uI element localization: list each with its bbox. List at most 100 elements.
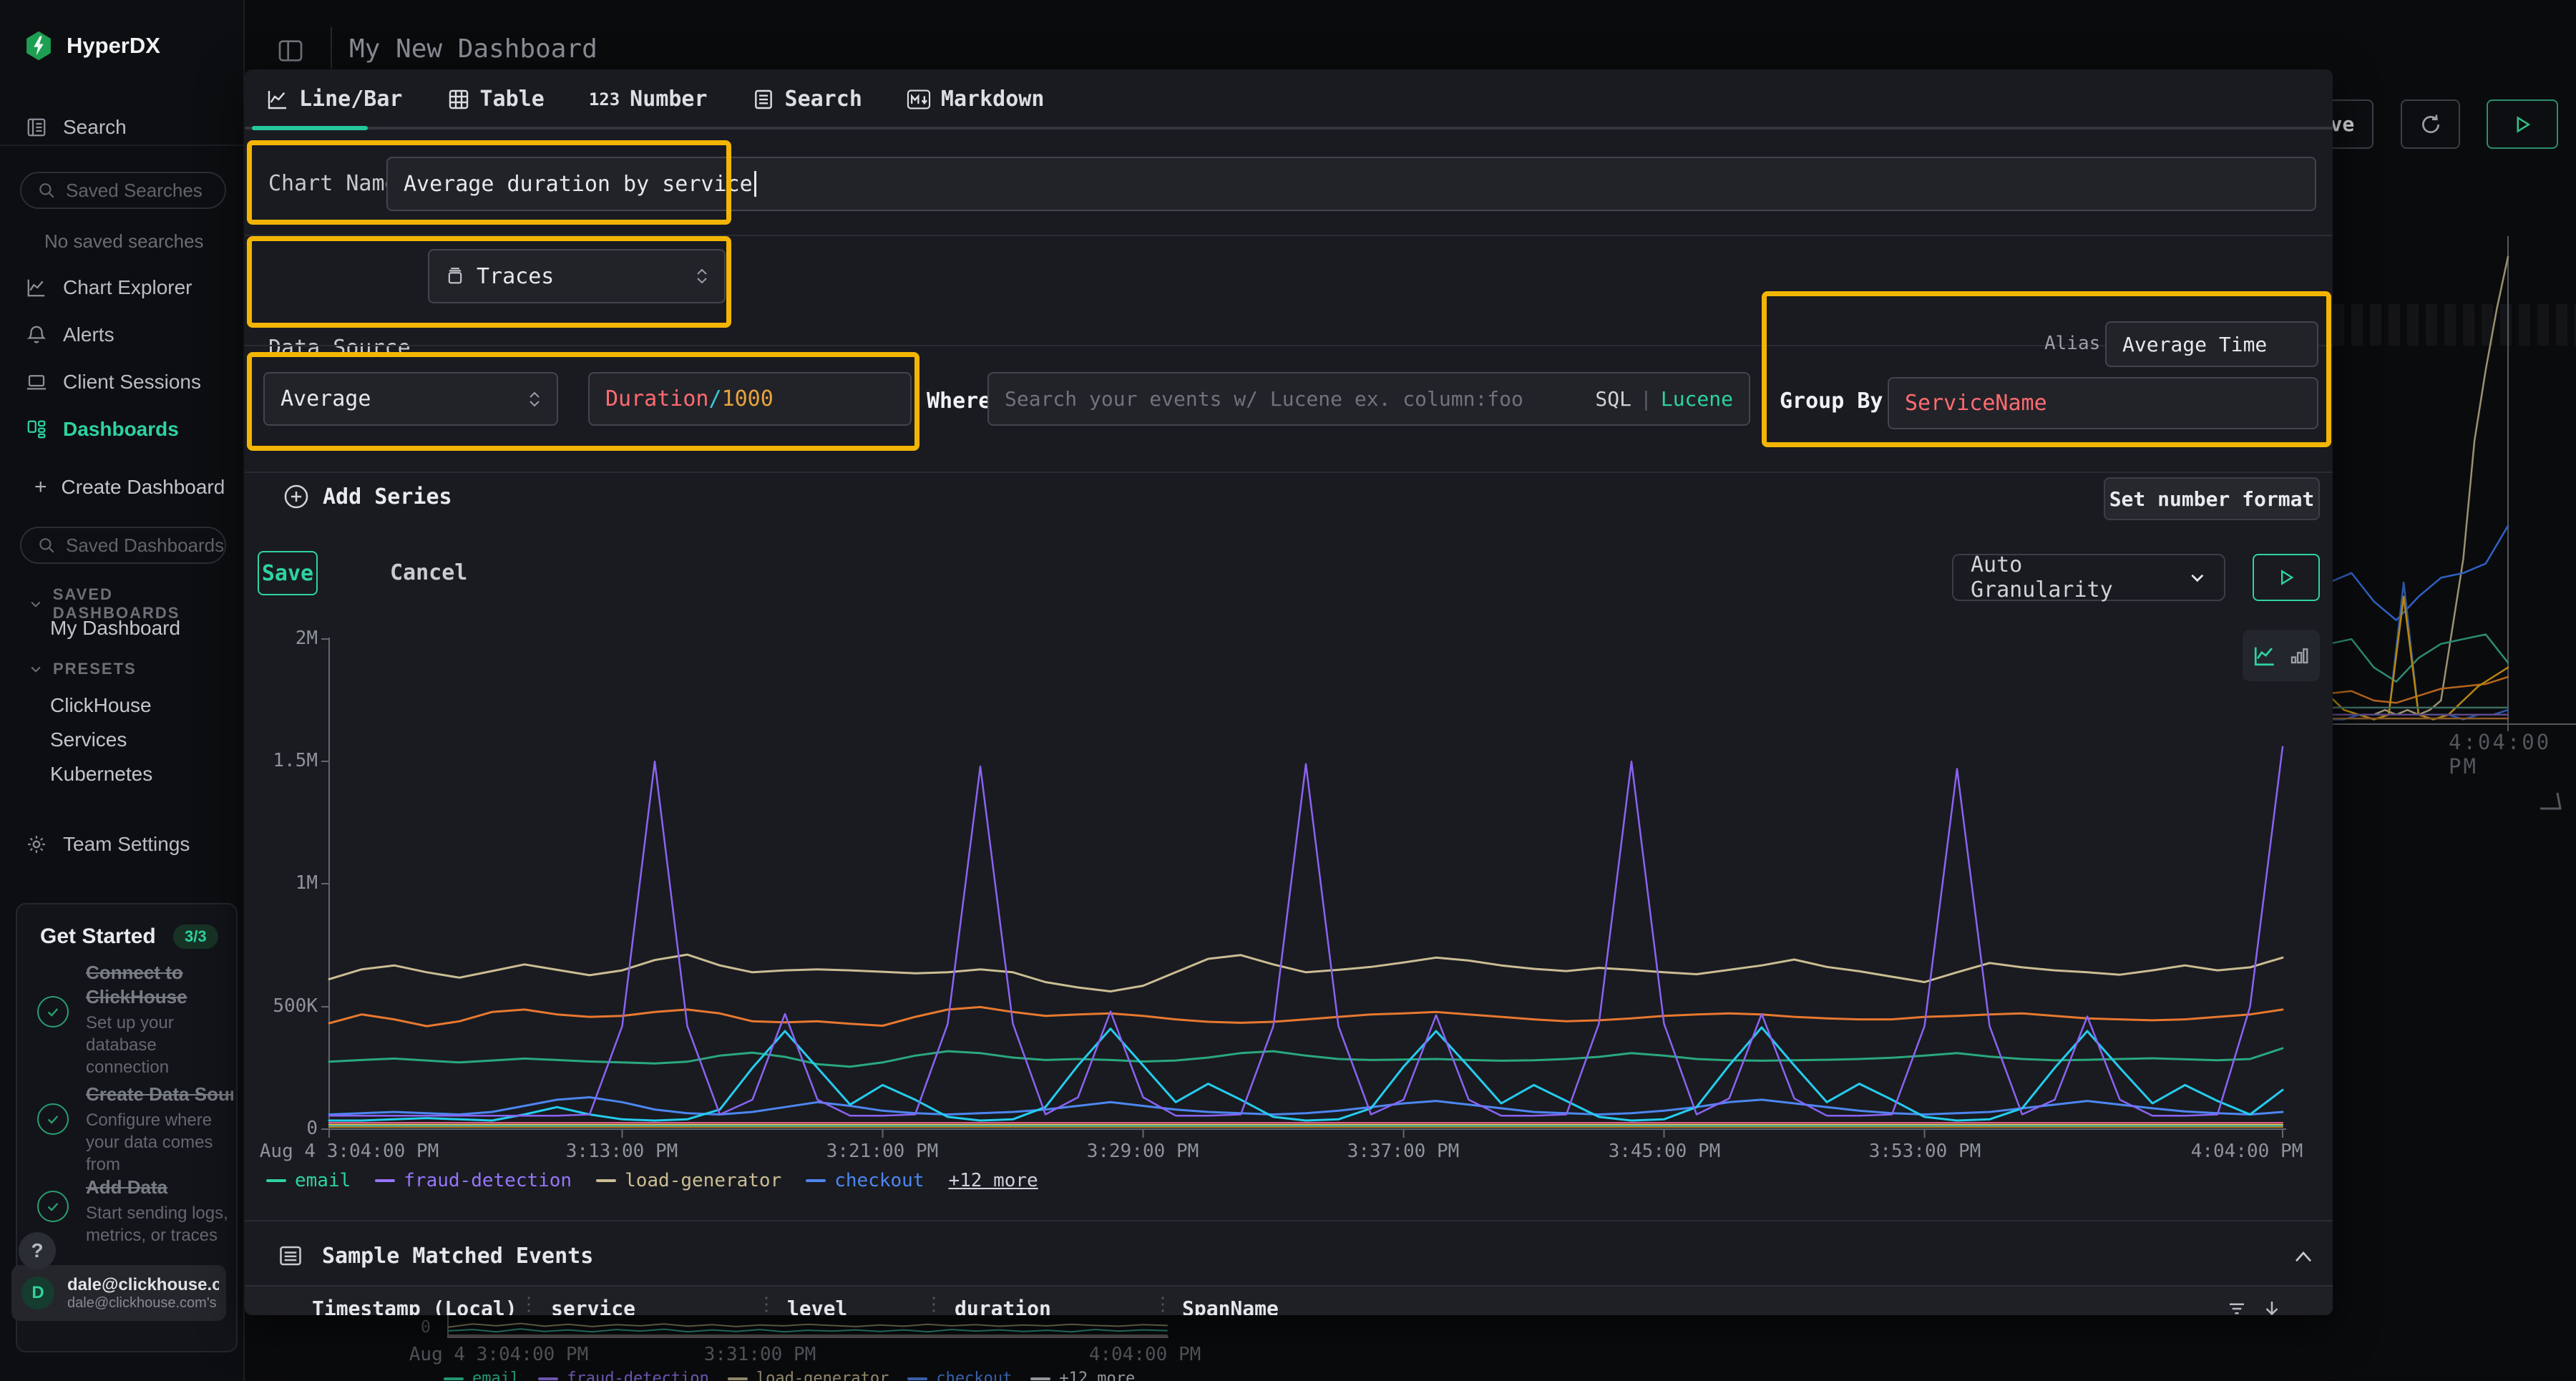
chart-name-label: Chart Name	[268, 171, 398, 196]
chevron-down-icon	[2188, 568, 2207, 587]
column-header-timestamp-local-[interactable]: Timestamp (Local)	[312, 1297, 517, 1315]
field-formula-input[interactable]: Duration/1000	[588, 372, 912, 426]
resize-handle-icon[interactable]	[2536, 787, 2565, 811]
formula-slash: /	[709, 386, 722, 411]
cancel-button[interactable]: Cancel	[390, 560, 467, 585]
x-tick: 3:53:00 PM	[1869, 1141, 1981, 1162]
legend-item-checkout[interactable]: checkout	[806, 1170, 924, 1191]
sample-events-header[interactable]: Sample Matched Events	[278, 1243, 593, 1269]
legend-dash	[266, 1179, 286, 1182]
alias-input[interactable]: Average Time	[2105, 321, 2318, 367]
help-button[interactable]: ?	[19, 1232, 56, 1269]
legend-item-fraud-detection[interactable]: fraud-detection	[375, 1170, 572, 1191]
legend-label: load-generator	[625, 1170, 781, 1191]
column-separator[interactable]: ⋮	[1153, 1294, 1172, 1315]
sidebar-item-dashboards[interactable]: Dashboards	[0, 409, 245, 449]
y-tick: 1M	[266, 872, 318, 894]
group-by-label: Group By	[1780, 389, 1883, 414]
header-divider	[331, 27, 332, 69]
save-button[interactable]: Save	[258, 551, 318, 595]
column-header-duration[interactable]: duration	[955, 1297, 1051, 1315]
refresh-button[interactable]	[2401, 99, 2460, 149]
get-started-item[interactable]: Add Data Start sending logs, metrics, or…	[86, 1175, 233, 1246]
chart-name-input[interactable]: Average duration by service	[386, 157, 2316, 211]
editor-tab-bar: Line/Bar Table 123 Number Search Markdow…	[266, 87, 1044, 112]
database-icon	[445, 265, 465, 287]
create-dashboard-button[interactable]: + Create Dashboard	[34, 475, 225, 499]
sidebar-collapse-icon[interactable]	[276, 36, 305, 69]
bottom-chart-y-zero: 0	[421, 1318, 431, 1337]
legend-item-load-generator[interactable]: load-generator	[596, 1170, 781, 1191]
active-tab-underline	[252, 126, 368, 130]
sidebar-link-clickhouse[interactable]: ClickHouse	[50, 694, 152, 717]
get-started-item[interactable]: Create Data Source Configure where your …	[86, 1082, 233, 1176]
sidebar-link-kubernetes[interactable]: Kubernetes	[50, 763, 152, 786]
sidebar-item-search[interactable]: Search	[0, 107, 245, 147]
section-presets[interactable]: PRESETS	[29, 660, 137, 678]
sidebar-item-alerts[interactable]: Alerts	[0, 315, 245, 355]
column-header-service[interactable]: service	[551, 1297, 635, 1315]
column-header-level[interactable]: level	[787, 1297, 847, 1315]
aggregation-select[interactable]: Average	[263, 372, 558, 426]
granularity-select[interactable]: Auto Granularity	[1952, 554, 2225, 601]
bottom-legend-item: fraud-detection	[538, 1370, 709, 1381]
query-language-toggle[interactable]: SQL | Lucene	[1595, 387, 1733, 411]
column-separator[interactable]: ⋮	[757, 1294, 776, 1315]
legend-label: checkout	[936, 1370, 1012, 1381]
tab-search[interactable]: Search	[752, 87, 862, 112]
sidebar-divider	[0, 145, 245, 146]
chevron-down-icon	[29, 662, 43, 676]
user-chip[interactable]: D dale@clickhouse.c dale@clickhouse.com'…	[11, 1265, 226, 1321]
formula-field: Duration	[605, 386, 709, 411]
page-title: My New Dashboard	[349, 34, 597, 64]
tab-line-bar[interactable]: Line/Bar	[266, 87, 403, 112]
x-tick: Aug 4 3:04:00 PM	[260, 1141, 439, 1162]
legend-label: load-generator	[756, 1370, 889, 1381]
sidebar-item-chart-explorer[interactable]: Chart Explorer	[0, 268, 245, 308]
legend-item-email[interactable]: email	[266, 1170, 351, 1191]
text-caret	[754, 171, 756, 197]
logo[interactable]: HyperDX	[24, 30, 160, 62]
where-search-input[interactable]: SQL | Lucene	[987, 372, 1750, 426]
x-tick: 3:21:00 PM	[826, 1141, 939, 1162]
avatar: D	[21, 1277, 54, 1309]
where-input-field[interactable]	[1005, 386, 1595, 411]
group-by-input[interactable]: ServiceName	[1888, 377, 2318, 429]
filter-lines-icon[interactable]	[2225, 1298, 2248, 1315]
dashboards-grid-icon	[26, 419, 47, 440]
legend-label: +12 more	[948, 1170, 1038, 1191]
section-divider	[245, 1220, 2333, 1221]
sidebar-link-my-dashboard[interactable]: My Dashboard	[50, 617, 180, 640]
run-chart-button[interactable]	[2253, 554, 2320, 601]
tab-table[interactable]: Table	[447, 87, 545, 112]
legend-item--12-more[interactable]: +12 more	[948, 1170, 1038, 1191]
legend-dash	[375, 1179, 395, 1182]
sidebar-item-label: Search	[63, 116, 127, 139]
column-header-spanname[interactable]: SpanName	[1182, 1297, 1279, 1315]
bar-chart-toggle-icon[interactable]	[2288, 645, 2310, 666]
refresh-icon	[2419, 112, 2443, 137]
tab-markdown[interactable]: Markdown	[907, 87, 1045, 112]
run-query-button[interactable]	[2487, 99, 2558, 149]
collapse-chevron-icon[interactable]	[2293, 1249, 2314, 1264]
get-started-item[interactable]: Connect to ClickHouse Set up your databa…	[86, 960, 233, 1078]
sidebar-item-client-sessions[interactable]: Client Sessions	[0, 362, 245, 402]
data-source-select[interactable]: Traces	[428, 249, 726, 303]
circle-plus-icon	[283, 483, 310, 510]
saved-dashboards-input[interactable]: Saved Dashboards	[20, 527, 226, 564]
add-series-button[interactable]: Add Series	[283, 483, 452, 510]
tab-number[interactable]: 123 Number	[589, 87, 708, 112]
select-chevrons-icon	[528, 391, 541, 407]
set-number-format-button[interactable]: Set number format	[2104, 477, 2320, 520]
saved-searches-input[interactable]: Saved Searches	[20, 172, 226, 209]
main-line-chart	[315, 633, 2290, 1143]
column-separator[interactable]: ⋮	[519, 1294, 538, 1315]
user-team: dale@clickhouse.com's	[67, 1295, 219, 1312]
x-tick: 3:29:00 PM	[1087, 1141, 1199, 1162]
y-tick: 500K	[266, 995, 318, 1017]
sidebar-item-team-settings[interactable]: Team Settings	[0, 824, 245, 864]
download-arrow-icon[interactable]	[2261, 1298, 2283, 1315]
sidebar-link-services[interactable]: Services	[50, 728, 127, 751]
legend-label: email	[472, 1370, 519, 1381]
column-separator[interactable]: ⋮	[924, 1294, 943, 1315]
